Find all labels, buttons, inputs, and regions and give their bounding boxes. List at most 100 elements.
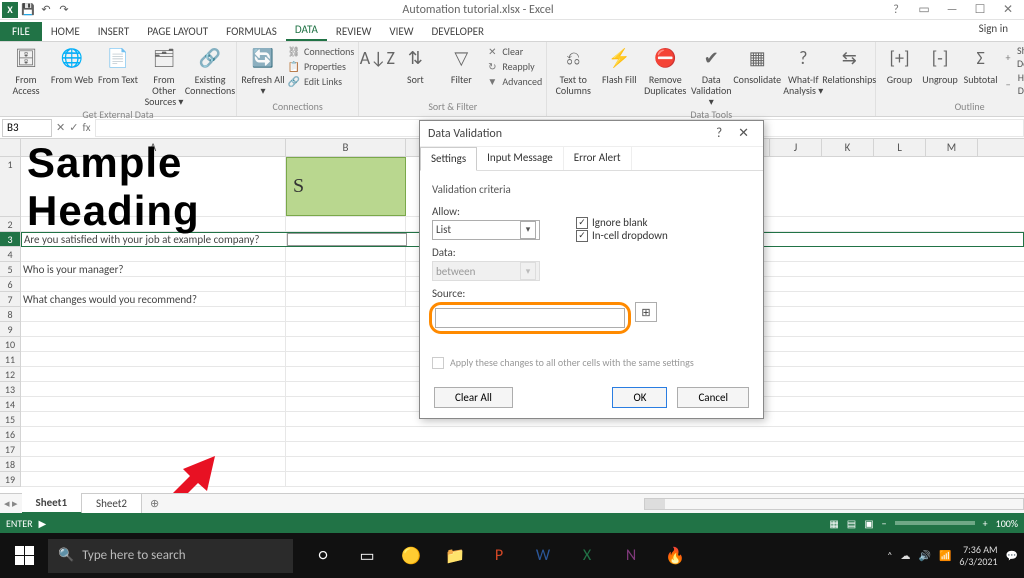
view-tab[interactable]: VIEW xyxy=(380,22,422,41)
row-header[interactable]: 14 xyxy=(0,397,20,412)
cell[interactable] xyxy=(286,217,406,231)
row-header[interactable]: 4 xyxy=(0,247,20,262)
view-layout-icon[interactable]: ▤ xyxy=(847,517,856,530)
cell[interactable] xyxy=(21,352,286,366)
row-header[interactable]: 12 xyxy=(0,367,20,382)
clear-all-button[interactable]: Clear All xyxy=(434,387,513,408)
task-view-icon[interactable]: ▭ xyxy=(347,537,387,575)
row-header[interactable]: 3 xyxy=(0,232,20,247)
reapply-button[interactable]: ↻Reapply xyxy=(485,59,534,73)
consolidate-button[interactable]: ▦Consolidate xyxy=(735,44,779,107)
advanced-button[interactable]: ▼Advanced xyxy=(485,74,542,88)
connections-button[interactable]: ⛓Connections xyxy=(287,44,354,58)
in-cell-dropdown-checkbox[interactable]: ✓In-cell dropdown xyxy=(576,229,668,242)
sort-button[interactable]: ⇅Sort xyxy=(393,44,437,88)
cell[interactable] xyxy=(21,382,286,396)
cell[interactable] xyxy=(286,262,406,276)
clear-button[interactable]: ✕Clear xyxy=(485,44,523,58)
row-header[interactable]: 9 xyxy=(0,322,20,337)
insert-tab[interactable]: INSERT xyxy=(89,22,139,41)
row-header[interactable]: 19 xyxy=(0,472,20,487)
from-web-button[interactable]: 🌐From Web xyxy=(50,44,94,107)
sign-in-link[interactable]: Sign in xyxy=(979,22,1008,35)
relationships-button[interactable]: ⇆Relationships xyxy=(827,44,871,107)
cell[interactable] xyxy=(21,367,286,381)
ungroup-button[interactable]: [-]Ungroup xyxy=(921,44,960,97)
row-header[interactable]: 2 xyxy=(0,217,20,232)
chrome-icon[interactable]: 🟡 xyxy=(391,537,431,575)
close-icon[interactable]: ✕ xyxy=(996,2,1020,18)
cell-a3[interactable]: Are you satisfied with your job at examp… xyxy=(22,233,287,246)
row-header[interactable]: 5 xyxy=(0,262,20,277)
cortana-icon[interactable]: ○ xyxy=(303,537,343,575)
enter-formula-icon[interactable]: ✓ xyxy=(69,121,78,134)
page-layout-tab[interactable]: PAGE LAYOUT xyxy=(138,22,217,41)
allow-select[interactable]: List▾ xyxy=(432,220,540,240)
data-tab[interactable]: DATA xyxy=(286,20,327,41)
select-all-cell[interactable] xyxy=(0,139,21,156)
cell-a1[interactable]: Sample Heading xyxy=(21,157,286,216)
cell[interactable] xyxy=(21,247,286,261)
col-header[interactable]: B xyxy=(286,139,406,156)
row-header[interactable]: 8 xyxy=(0,307,20,322)
remove-duplicates-button[interactable]: ⛔Remove Duplicates xyxy=(643,44,687,107)
cell[interactable] xyxy=(21,457,286,471)
zoom-in-button[interactable]: + xyxy=(983,517,988,530)
sort-az-button[interactable]: A↓Z xyxy=(363,44,391,88)
from-text-button[interactable]: 📄From Text xyxy=(96,44,140,107)
settings-tab[interactable]: Settings xyxy=(420,147,477,171)
undo-icon[interactable]: ↶ xyxy=(38,2,54,18)
range-selector-button[interactable]: ⊞ xyxy=(635,302,657,322)
existing-connections-button[interactable]: 🔗Existing Connections xyxy=(188,44,232,107)
sheet-tab-1[interactable]: Sheet1 xyxy=(22,493,83,514)
what-if-button[interactable]: ?What-If Analysis ▾ xyxy=(781,44,825,107)
name-box[interactable] xyxy=(2,119,52,137)
group-button[interactable]: [+]Group xyxy=(880,44,919,97)
col-header[interactable]: M xyxy=(926,139,978,156)
formulas-tab[interactable]: FORMULAS xyxy=(217,22,286,41)
app-icon[interactable]: 🔥 xyxy=(655,537,695,575)
row-header[interactable]: 15 xyxy=(0,412,20,427)
fx-icon[interactable]: fx xyxy=(82,121,90,134)
cell-a7[interactable]: What changes would you recommend? xyxy=(21,292,286,306)
file-tab[interactable]: FILE xyxy=(0,22,42,41)
ok-button[interactable]: OK xyxy=(612,387,667,408)
maximize-icon[interactable]: ☐ xyxy=(968,2,992,18)
from-access-button[interactable]: 🗄From Access xyxy=(4,44,48,107)
cell[interactable] xyxy=(21,277,286,291)
show-detail-button[interactable]: +Show Detail xyxy=(1002,44,1024,70)
cell[interactable] xyxy=(21,337,286,351)
onedrive-icon[interactable]: ☁ xyxy=(901,549,911,562)
notifications-icon[interactable]: 💬 xyxy=(1006,549,1018,562)
cell[interactable] xyxy=(21,427,286,441)
redo-icon[interactable]: ↷ xyxy=(56,2,72,18)
taskbar-search[interactable]: 🔍 Type here to search xyxy=(48,539,293,573)
taskbar-clock[interactable]: 7:36 AM 6/3/2021 xyxy=(959,544,997,568)
col-header[interactable]: J xyxy=(770,139,822,156)
cancel-formula-icon[interactable]: ✕ xyxy=(56,121,65,134)
cell-b1[interactable]: S xyxy=(286,157,406,216)
input-message-tab[interactable]: Input Message xyxy=(477,147,564,170)
new-sheet-button[interactable]: ⊕ xyxy=(142,497,167,510)
properties-button[interactable]: 📋Properties xyxy=(287,59,346,73)
wifi-icon[interactable]: 📶 xyxy=(939,549,951,562)
zoom-out-button[interactable]: − xyxy=(882,517,887,530)
cell-b3-selected[interactable] xyxy=(287,233,407,246)
row-header[interactable]: 18 xyxy=(0,457,20,472)
review-tab[interactable]: REVIEW xyxy=(327,22,381,41)
word-icon[interactable]: W xyxy=(523,537,563,575)
ignore-blank-checkbox[interactable]: ✓Ignore blank xyxy=(576,216,668,229)
onenote-icon[interactable]: N xyxy=(611,537,651,575)
cell[interactable] xyxy=(286,292,406,306)
row-header[interactable]: 11 xyxy=(0,352,20,367)
developer-tab[interactable]: DEVELOPER xyxy=(423,22,493,41)
zoom-slider[interactable] xyxy=(895,521,975,525)
cell[interactable] xyxy=(21,397,286,411)
minimize-icon[interactable]: — xyxy=(940,2,964,18)
row-header[interactable]: 13 xyxy=(0,382,20,397)
home-tab[interactable]: HOME xyxy=(42,22,89,41)
row-header[interactable]: 16 xyxy=(0,427,20,442)
macro-record-icon[interactable]: ▶ xyxy=(39,517,47,530)
row-header[interactable]: 6 xyxy=(0,277,20,292)
col-header[interactable]: L xyxy=(874,139,926,156)
